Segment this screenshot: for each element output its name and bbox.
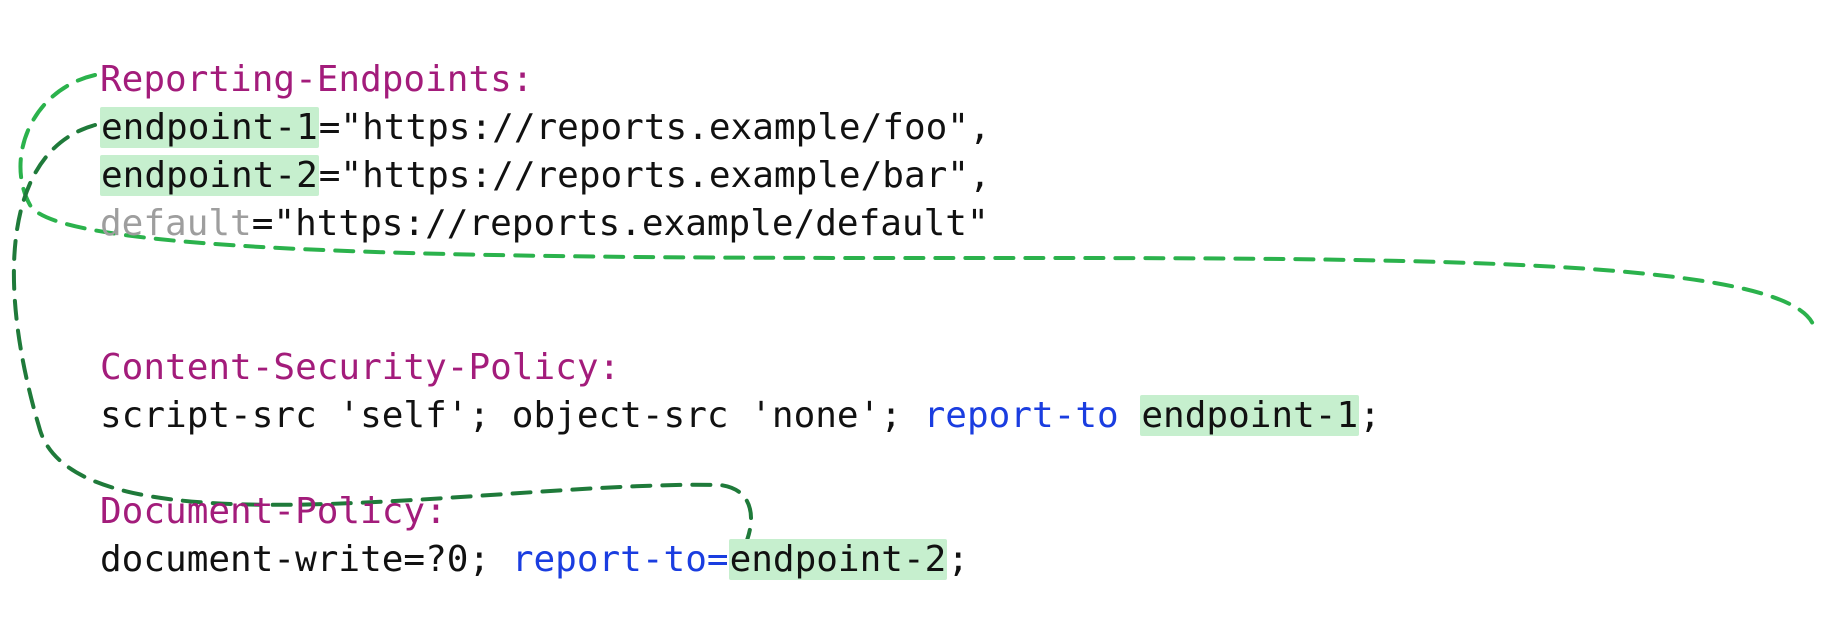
csp-terminator: ;: [1359, 395, 1381, 436]
header-document-policy: Document-Policy:: [100, 491, 447, 532]
docpolicy-report-to-endpoint: endpoint-2: [729, 539, 948, 580]
docpolicy-body: document-write=?0;: [100, 539, 512, 580]
endpoint-default-name: default: [100, 203, 252, 244]
docpolicy-terminator: ;: [947, 539, 969, 580]
csp-report-to-endpoint: endpoint-1: [1140, 395, 1359, 436]
endpoint-default-value: ="https://reports.example/default": [252, 203, 989, 244]
endpoint-1-name: endpoint-1: [100, 107, 319, 148]
endpoint-2-name: endpoint-2: [100, 155, 319, 196]
code-block: Reporting-Endpoints: endpoint-1="https:/…: [100, 8, 1381, 632]
header-reporting-endpoints: Reporting-Endpoints:: [100, 59, 533, 100]
endpoint-2-value: ="https://reports.example/bar",: [319, 155, 991, 196]
csp-body: script-src 'self'; object-src 'none';: [100, 395, 924, 436]
endpoint-1-value: ="https://reports.example/foo",: [319, 107, 991, 148]
csp-report-to-keyword: report-to: [924, 395, 1119, 436]
docpolicy-report-to-keyword: report-to=: [512, 539, 729, 580]
header-csp: Content-Security-Policy:: [100, 347, 620, 388]
